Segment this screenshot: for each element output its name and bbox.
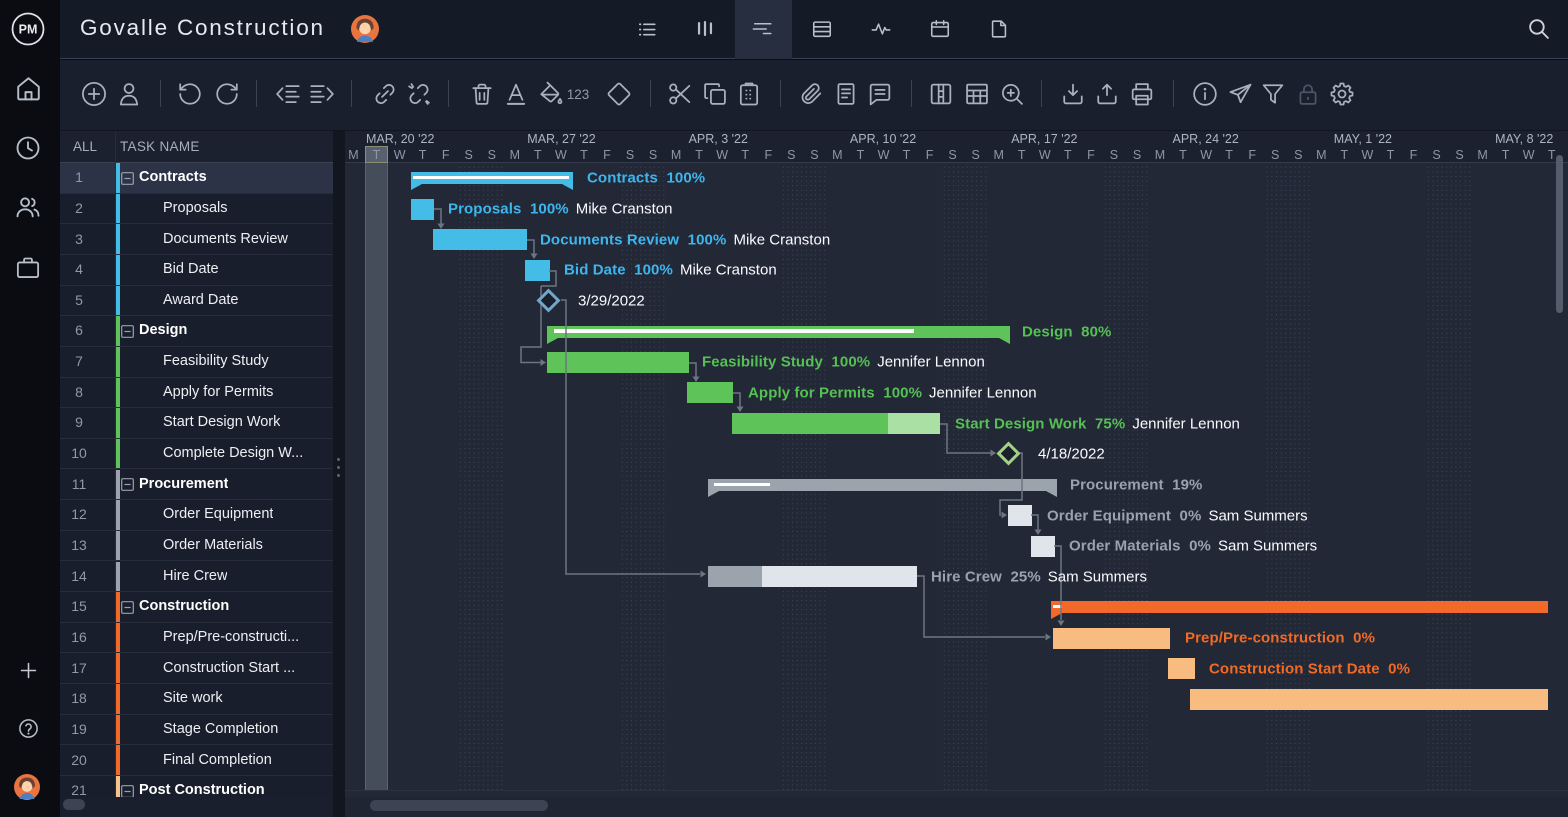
svg-text:123: 123 bbox=[567, 87, 589, 102]
svg-text:PM: PM bbox=[19, 23, 38, 37]
